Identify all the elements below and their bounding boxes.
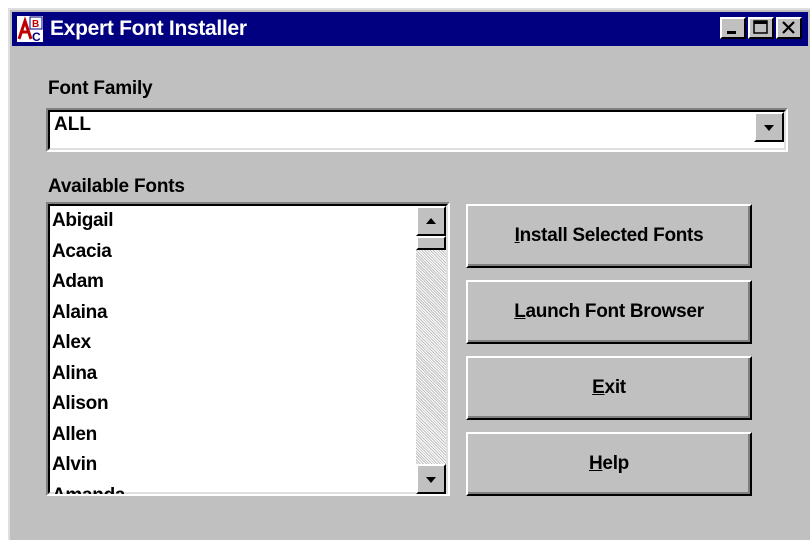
- font-family-combobox[interactable]: ALL: [46, 108, 788, 152]
- list-item[interactable]: Alison: [52, 389, 412, 420]
- list-item[interactable]: Alex: [52, 328, 412, 359]
- list-item[interactable]: Alaina: [52, 298, 412, 329]
- maximize-icon: [753, 20, 768, 34]
- button-label: xit: [604, 377, 627, 398]
- chevron-up-icon: [426, 218, 436, 224]
- help-button[interactable]: Help: [466, 432, 752, 496]
- list-item[interactable]: Allen: [52, 420, 412, 451]
- font-family-value: ALL: [54, 114, 91, 135]
- scroll-thumb[interactable]: [416, 236, 446, 250]
- button-label: nstall Selected Fonts: [519, 225, 704, 246]
- close-icon: [782, 21, 795, 34]
- minimize-icon: [727, 31, 736, 34]
- list-item[interactable]: Acacia: [52, 237, 412, 268]
- chevron-down-icon: [426, 477, 436, 483]
- close-button[interactable]: [776, 17, 802, 39]
- button-label: aunch Font Browser: [525, 301, 705, 322]
- list-item[interactable]: Abigail: [52, 206, 412, 237]
- scroll-down-button[interactable]: [416, 464, 446, 494]
- scroll-up-button[interactable]: [416, 206, 446, 236]
- app-window: B C Expert Font Installer Font Family AL…: [8, 8, 810, 540]
- mnemonic: L: [514, 301, 526, 322]
- mnemonic: H: [589, 453, 603, 474]
- exit-button[interactable]: Exit: [466, 356, 752, 420]
- maximize-button[interactable]: [748, 17, 774, 39]
- vertical-scrollbar[interactable]: [416, 206, 446, 494]
- available-fonts-list[interactable]: Abigail Acacia Adam Alaina Alex Alina Al…: [46, 202, 450, 496]
- launch-font-browser-button[interactable]: Launch Font Browser: [466, 280, 752, 344]
- font-family-dropdown-button[interactable]: [754, 112, 784, 142]
- window-title: Expert Font Installer: [50, 17, 247, 40]
- list-item[interactable]: Alina: [52, 359, 412, 390]
- font-family-label: Font Family: [48, 78, 153, 99]
- list-item[interactable]: Amanda: [52, 481, 412, 495]
- font-list-items: Abigail Acacia Adam Alaina Alex Alina Al…: [52, 206, 412, 494]
- list-item[interactable]: Adam: [52, 267, 412, 298]
- chevron-down-icon: [764, 125, 774, 131]
- available-fonts-label: Available Fonts: [48, 176, 185, 197]
- mnemonic: E: [592, 377, 605, 398]
- font-installer-app-icon: B C: [17, 16, 43, 43]
- minimize-button[interactable]: [720, 17, 746, 39]
- svg-text:B: B: [32, 19, 39, 30]
- list-item[interactable]: Alvin: [52, 450, 412, 481]
- title-bar[interactable]: B C Expert Font Installer: [12, 12, 808, 46]
- install-selected-fonts-button[interactable]: Install Selected Fonts: [466, 204, 752, 268]
- svg-text:C: C: [32, 30, 41, 43]
- button-label: elp: [602, 453, 629, 474]
